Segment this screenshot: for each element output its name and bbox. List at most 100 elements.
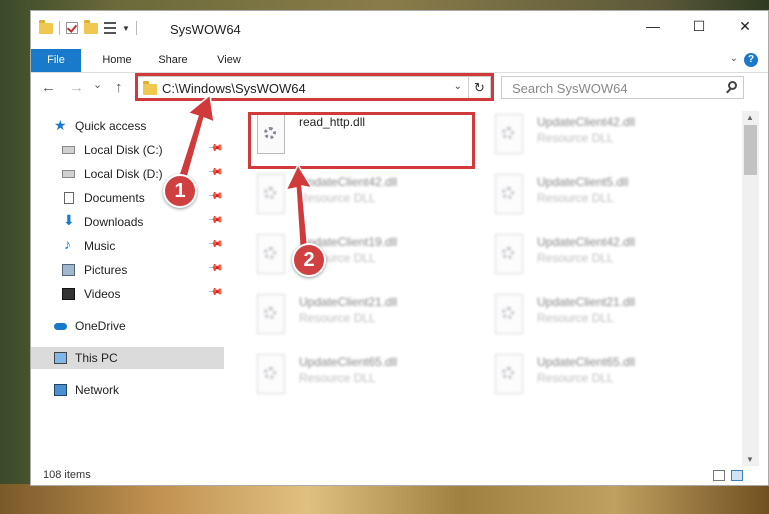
sidebar-item-label: OneDrive bbox=[75, 319, 126, 333]
gear-icon bbox=[502, 247, 514, 259]
gear-icon bbox=[502, 367, 514, 379]
sidebar-item-label: Network bbox=[75, 383, 120, 397]
sidebar-item-downloads[interactable]: ⬇ Downloads 📌 bbox=[31, 211, 224, 233]
file-type: Resource DLL bbox=[537, 311, 614, 325]
file-item[interactable]: UpdateClient21.dll Resource DLL bbox=[249, 291, 469, 341]
toolbar-separator bbox=[59, 21, 60, 35]
sidebar-item-this-pc[interactable]: This PC bbox=[31, 347, 224, 369]
file-item[interactable]: UpdateClient42.dll Resource DLL bbox=[487, 111, 707, 161]
gear-icon bbox=[502, 187, 514, 199]
desktop-wallpaper bbox=[0, 484, 769, 514]
dll-file-icon bbox=[257, 234, 285, 274]
scroll-down-icon[interactable]: ▼ bbox=[746, 455, 754, 464]
file-type: Resource DLL bbox=[299, 191, 376, 205]
pin-icon: 📌 bbox=[206, 188, 224, 205]
file-name: UpdateClient65.dll bbox=[299, 355, 398, 369]
file-type: Resource DLL bbox=[537, 191, 614, 205]
pin-icon: 📌 bbox=[206, 212, 224, 229]
toolbar-separator bbox=[135, 21, 137, 35]
back-button[interactable]: ← bbox=[41, 79, 56, 96]
item-count: 108 items bbox=[43, 469, 91, 481]
file-name: UpdateClient21.dll bbox=[299, 295, 398, 309]
search-box[interactable] bbox=[501, 76, 744, 99]
file-item[interactable]: UpdateClient19.dll Resource DLL bbox=[249, 231, 469, 281]
search-input[interactable] bbox=[510, 80, 714, 97]
dll-file-icon bbox=[257, 354, 285, 394]
vertical-scrollbar[interactable]: ▲ ▼ bbox=[742, 111, 759, 466]
step-1-badge: 1 bbox=[163, 174, 197, 208]
sidebar-item-local-disk-c[interactable]: Local Disk (C:) 📌 bbox=[31, 139, 224, 161]
file-name: UpdateClient42.dll bbox=[537, 235, 636, 249]
folder-icon bbox=[39, 19, 53, 34]
file-name: UpdateClient21.dll bbox=[537, 295, 636, 309]
gear-icon bbox=[502, 307, 514, 319]
documents-icon bbox=[64, 192, 74, 204]
search-icon[interactable] bbox=[728, 81, 737, 90]
recent-locations-button[interactable]: ⌄ bbox=[93, 78, 102, 91]
file-name: UpdateClient42.dll bbox=[537, 115, 636, 129]
star-icon: ★ bbox=[54, 117, 67, 133]
videos-icon bbox=[62, 288, 75, 300]
sidebar-item-onedrive[interactable]: OneDrive bbox=[31, 315, 224, 337]
address-bar-highlight bbox=[135, 73, 494, 101]
file-type: Resource DLL bbox=[299, 311, 376, 325]
file-item[interactable]: UpdateClient5.dll Resource DLL bbox=[487, 171, 707, 221]
pin-icon: 📌 bbox=[206, 140, 224, 157]
customize-toolbar-icon[interactable]: ▼ bbox=[122, 24, 130, 33]
maximize-button[interactable]: ☐ bbox=[676, 11, 722, 41]
new-folder-icon[interactable] bbox=[84, 19, 98, 34]
large-icons-view-icon[interactable] bbox=[731, 470, 743, 481]
dll-file-icon bbox=[495, 354, 523, 394]
disk-icon bbox=[62, 170, 75, 178]
gear-icon bbox=[264, 307, 276, 319]
tab-home[interactable]: Home bbox=[89, 49, 145, 72]
sidebar-item-label: Downloads bbox=[84, 215, 144, 229]
step-2-badge: 2 bbox=[292, 243, 326, 277]
file-name: UpdateClient5.dll bbox=[537, 175, 629, 189]
file-name: UpdateClient65.dll bbox=[537, 355, 636, 369]
file-item[interactable]: UpdateClient65.dll Resource DLL bbox=[487, 351, 707, 401]
chevron-down-icon[interactable]: ⌄ bbox=[730, 53, 738, 64]
close-button[interactable]: ✕ bbox=[722, 11, 768, 41]
sidebar-item-label: This PC bbox=[75, 351, 118, 365]
minimize-button[interactable]: — bbox=[630, 11, 676, 41]
sidebar-item-music[interactable]: ♪ Music 📌 bbox=[31, 235, 224, 257]
sidebar-item-pictures[interactable]: Pictures 📌 bbox=[31, 259, 224, 281]
file-name: UpdateClient42.dll bbox=[299, 175, 398, 189]
sidebar-item-label: Pictures bbox=[84, 263, 128, 277]
up-button[interactable]: ↑ bbox=[115, 79, 123, 96]
sidebar-item-videos[interactable]: Videos 📌 bbox=[31, 283, 224, 305]
computer-icon bbox=[54, 352, 67, 364]
tab-share[interactable]: Share bbox=[147, 49, 199, 72]
file-type: Resource DLL bbox=[537, 251, 614, 265]
gear-icon bbox=[264, 367, 276, 379]
dll-file-icon bbox=[495, 294, 523, 334]
gear-icon bbox=[264, 247, 276, 259]
network-icon bbox=[54, 384, 67, 396]
file-item[interactable]: UpdateClient65.dll Resource DLL bbox=[249, 351, 469, 401]
tab-file[interactable]: File bbox=[31, 49, 81, 72]
details-view-icon[interactable] bbox=[713, 470, 725, 481]
dll-file-icon bbox=[257, 294, 285, 334]
properties-icon[interactable] bbox=[104, 22, 116, 34]
music-icon: ♪ bbox=[64, 236, 71, 252]
scroll-up-icon[interactable]: ▲ bbox=[746, 113, 754, 122]
sidebar-item-quick-access[interactable]: ★ Quick access bbox=[31, 115, 224, 137]
file-item[interactable]: UpdateClient21.dll Resource DLL bbox=[487, 291, 707, 341]
pin-icon: 📌 bbox=[206, 164, 224, 181]
disk-icon bbox=[62, 146, 75, 154]
scrollbar-thumb[interactable] bbox=[744, 125, 757, 175]
forward-button[interactable]: → bbox=[69, 79, 84, 96]
file-item[interactable]: UpdateClient42.dll Resource DLL bbox=[487, 231, 707, 281]
help-icon[interactable]: ? bbox=[744, 53, 758, 67]
sidebar-item-label: Local Disk (D:) bbox=[84, 167, 163, 181]
sidebar-item-network[interactable]: Network bbox=[31, 379, 224, 401]
sidebar-item-local-disk-d[interactable]: Local Disk (D:) 📌 bbox=[31, 163, 224, 185]
file-type: Resource DLL bbox=[537, 371, 614, 385]
sidebar-item-label: Music bbox=[84, 239, 116, 253]
tab-view[interactable]: View bbox=[203, 49, 255, 72]
pin-icon: 📌 bbox=[206, 236, 224, 253]
title-bar: ▼ SysWOW64 — ☐ ✕ bbox=[31, 11, 768, 49]
properties-check-icon[interactable] bbox=[66, 22, 78, 34]
file-item[interactable]: UpdateClient42.dll Resource DLL bbox=[249, 171, 469, 221]
